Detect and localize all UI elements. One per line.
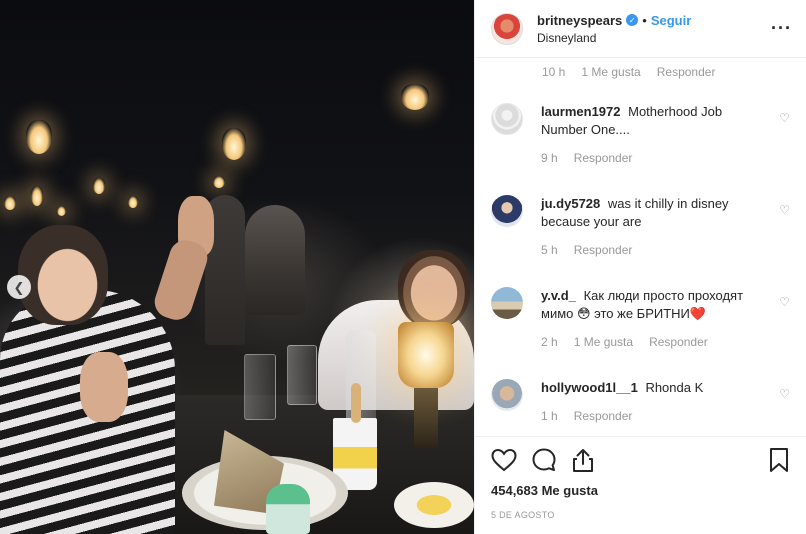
comment-avatar[interactable] [491,195,523,227]
comment-meta: 2 h 1 Me gusta Responder [541,335,768,349]
comment-username[interactable]: y.v.d_ [541,288,576,303]
comment-username[interactable]: ju.dy5728 [541,196,600,211]
comment-item: y.v.d_ Как люди просто проходят мимо 😳 э… [491,287,790,349]
lantern-light [93,178,105,194]
comment-item: laurmen1972 Motherhood Job Number One...… [491,103,790,165]
reply-button[interactable]: Responder [574,243,633,257]
post-actions: 454,683 Me gusta 5 DE AGOSTO [475,436,806,520]
comment-like-heart-icon[interactable]: ♡ [779,203,790,217]
comment-item: hollywood1l__1 Rhonda K 1 h Responder ♡ [491,379,790,423]
comment-time: 5 h [541,243,558,257]
comment-meta: 9 h Responder [541,151,768,165]
avatar[interactable] [491,12,523,45]
comment-avatar[interactable] [491,103,523,135]
comment-icon[interactable] [531,447,557,473]
comment-like-heart-icon[interactable]: ♡ [779,295,790,309]
comment-likes[interactable]: 1 Me gusta [574,335,633,349]
bookmark-icon[interactable] [768,447,790,473]
lantern-light [222,128,246,160]
person-right-head [398,250,470,328]
post-username[interactable]: britneyspears [537,13,622,28]
lantern-light [401,84,429,110]
lantern-light [4,196,16,210]
verified-badge-icon: ✓ [626,14,639,26]
water-glass [244,354,276,420]
lantern-light [213,176,225,188]
chevron-left-icon: ❮ [13,279,25,295]
comments-list[interactable]: 10 h 1 Me gusta Responder laurmen1972 Mo… [475,59,806,435]
comment-username[interactable]: hollywood1l__1 [541,380,638,395]
caption-meta: 10 h 1 Me gusta Responder [542,65,731,79]
person-left-head [18,225,108,325]
lantern-light [26,120,52,154]
table-lamp [398,322,454,388]
comment-meta: 1 h Responder [541,409,768,423]
share-icon[interactable] [571,447,595,473]
comment-text: Rhonda K [645,380,704,395]
follow-button[interactable]: Seguir [651,13,691,28]
reply-button[interactable]: Responder [574,409,633,423]
green-cap-bottle [266,484,310,534]
comment-like-heart-icon[interactable]: ♡ [779,111,790,125]
heart-icon[interactable] [491,448,517,472]
lantern-light [128,196,138,208]
front-hand [80,352,128,422]
comment-likes[interactable]: 1 Me gusta [581,65,640,79]
comment-avatar[interactable] [491,379,523,411]
comment-meta: 5 h Responder [541,243,768,257]
comment-time: 2 h [541,335,558,349]
side-plate [394,482,474,528]
reply-button[interactable]: Responder [657,65,716,79]
post-sidebar: britneyspears ✓ • Seguir Disneyland ··· … [474,0,806,534]
action-icons-row [491,437,790,483]
post-photo[interactable]: ❮ [0,0,474,534]
comment-time: 1 h [541,409,558,423]
carousel-prev-button[interactable]: ❮ [7,275,31,299]
comment-item: ju.dy5728 was it chilly in disney becaus… [491,195,790,257]
separator-dot: • [642,12,647,28]
reply-button[interactable]: Responder [649,335,708,349]
raised-arm [150,236,212,324]
comment-avatar[interactable] [491,287,523,319]
comment-time: 10 h [542,65,566,79]
spoon [351,383,361,423]
post-date: 5 DE AGOSTO [491,510,555,520]
comment-username[interactable]: laurmen1972 [541,104,621,119]
lantern-light [57,206,66,216]
more-options-icon[interactable]: ··· [771,18,792,39]
post-location[interactable]: Disneyland [537,31,691,45]
comment-time: 9 h [541,151,558,165]
water-glass [287,345,317,405]
post-header: britneyspears ✓ • Seguir Disneyland ··· [475,0,806,58]
likes-count[interactable]: 454,683 Me gusta [491,483,790,498]
background-person [245,205,305,315]
lamp-base [414,388,438,448]
comment-like-heart-icon[interactable]: ♡ [779,387,790,401]
reply-button[interactable]: Responder [574,151,633,165]
lantern-light [31,186,43,206]
